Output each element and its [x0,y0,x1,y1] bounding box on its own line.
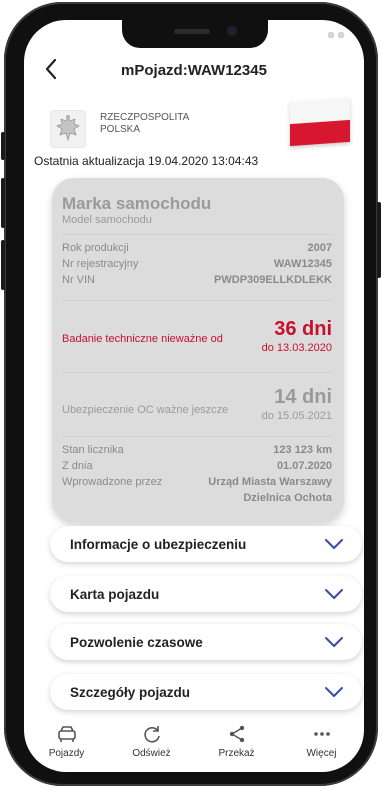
status-indicators [328,32,344,38]
last-update-text: Ostatnia aktualizacja 19.04.2020 13:04:4… [34,154,259,168]
vehicle-summary-card: Marka samochodu Model samochodu Rok prod… [52,178,344,522]
power-button [377,202,381,278]
share-icon [227,722,247,746]
tab-refresh[interactable]: Odśwież [117,722,187,759]
chevron-down-icon [325,539,343,549]
app-screen: mPojazd:WAW12345 RZECZPOSPOLITA POLSKA O… [24,20,364,772]
notch [122,20,268,48]
section-vehicle-details[interactable]: Szczegóły pojazdu [50,674,362,710]
refresh-icon [142,722,162,746]
car-icon [57,722,77,746]
divider [62,372,332,373]
detail-row-entered-by: Wprowadzone przez Urząd Miasta Warszawy … [62,476,332,504]
detail-row-odometer-date: Z dnia 01.07.2020 [62,460,332,472]
country-name: RZECZPOSPOLITA POLSKA [100,112,190,135]
vehicle-make: Marka samochodu [62,194,212,213]
chevron-down-icon [325,687,343,697]
detail-row-vin: Nr VIN PWDP309ELLKDLEKK [62,274,332,286]
section-vehicle-card[interactable]: Karta pojazdu [50,576,362,612]
bottom-tab-bar: Pojazdy Odśwież Przekaż Więcej [24,722,364,772]
tab-share[interactable]: Przekaż [202,722,272,759]
insurance-label: Ubezpieczenie OC ważne jeszcze [62,404,229,416]
mute-switch [1,132,5,160]
detail-row-registration: Nr rejestracyjny WAW12345 [62,258,332,270]
volume-up-button [1,178,5,228]
camera [227,26,237,36]
page-title: mPojazd:WAW12345 [121,62,267,79]
poland-flag-icon [290,97,350,147]
section-temporary-permit[interactable]: Pozwolenie czasowe [50,624,362,660]
inspection-date: do 13.03.2020 [261,342,332,354]
insurance-date: do 15.05.2021 [261,410,332,422]
divider [62,436,332,437]
app-header: mPojazd:WAW12345 [24,56,364,86]
volume-down-button [1,240,5,290]
tab-vehicles[interactable]: Pojazdy [32,722,102,759]
insurance-days: 14 dni [274,386,332,408]
phone-frame: mPojazd:WAW12345 RZECZPOSPOLITA POLSKA O… [1,2,381,786]
eagle-emblem-icon [50,110,86,148]
section-insurance-info[interactable]: Informacje o ubezpieczeniu [50,526,362,562]
detail-row-year: Rok produkcji 2007 [62,242,332,254]
detail-row-odometer: Stan licznika 123 123 km [62,444,332,456]
divider [62,234,332,235]
tab-more[interactable]: Więcej [287,722,357,759]
divider [62,300,332,301]
vehicle-model: Model samochodu [62,214,152,226]
more-icon [312,722,332,746]
inspection-days: 36 dni [274,318,332,340]
inspection-label: Badanie techniczne nieważne od [62,333,223,345]
speaker [174,29,210,34]
chevron-down-icon [325,637,343,647]
chevron-down-icon [325,589,343,599]
